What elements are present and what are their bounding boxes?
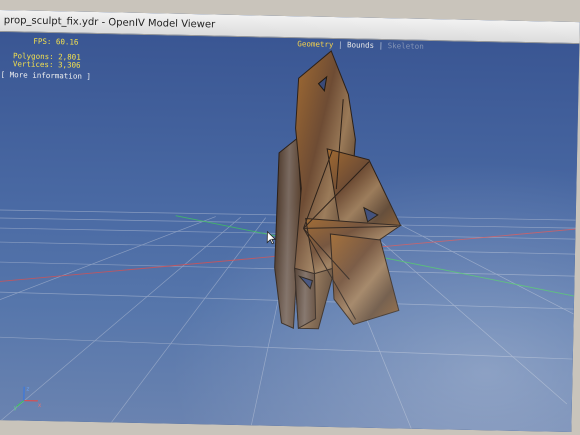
axis-gizmo-icon: z x y (14, 386, 42, 411)
axis-label-x: x (38, 402, 42, 409)
sculpt-model[interactable] (273, 50, 404, 331)
window-title: prop_sculpt_fix.ydr - OpenIV Model Viewe… (3, 15, 216, 31)
scene-canvas[interactable] (0, 32, 579, 432)
tab-bounds[interactable]: Bounds (347, 40, 374, 50)
axis-label-y: y (14, 404, 18, 411)
model-viewport[interactable]: FPS: 60.16 Polygons: 2,801 Vertices: 3,3… (0, 31, 580, 433)
tab-geometry[interactable]: Geometry (297, 39, 333, 49)
tab-skeleton[interactable]: Skeleton (388, 41, 424, 51)
tab-separator: | (378, 40, 384, 51)
openiv-window: prop_sculpt_fix.ydr - OpenIV Model Viewe… (0, 10, 580, 433)
axis-label-z: z (26, 386, 30, 393)
tab-separator: | (337, 40, 343, 50)
more-information-link[interactable]: [ More information ] (1, 70, 91, 81)
mouse-cursor-icon (266, 230, 277, 245)
fps-readout: FPS: 60.16 (33, 36, 79, 47)
vertices-readout: Vertices: 3,306 (12, 59, 81, 70)
